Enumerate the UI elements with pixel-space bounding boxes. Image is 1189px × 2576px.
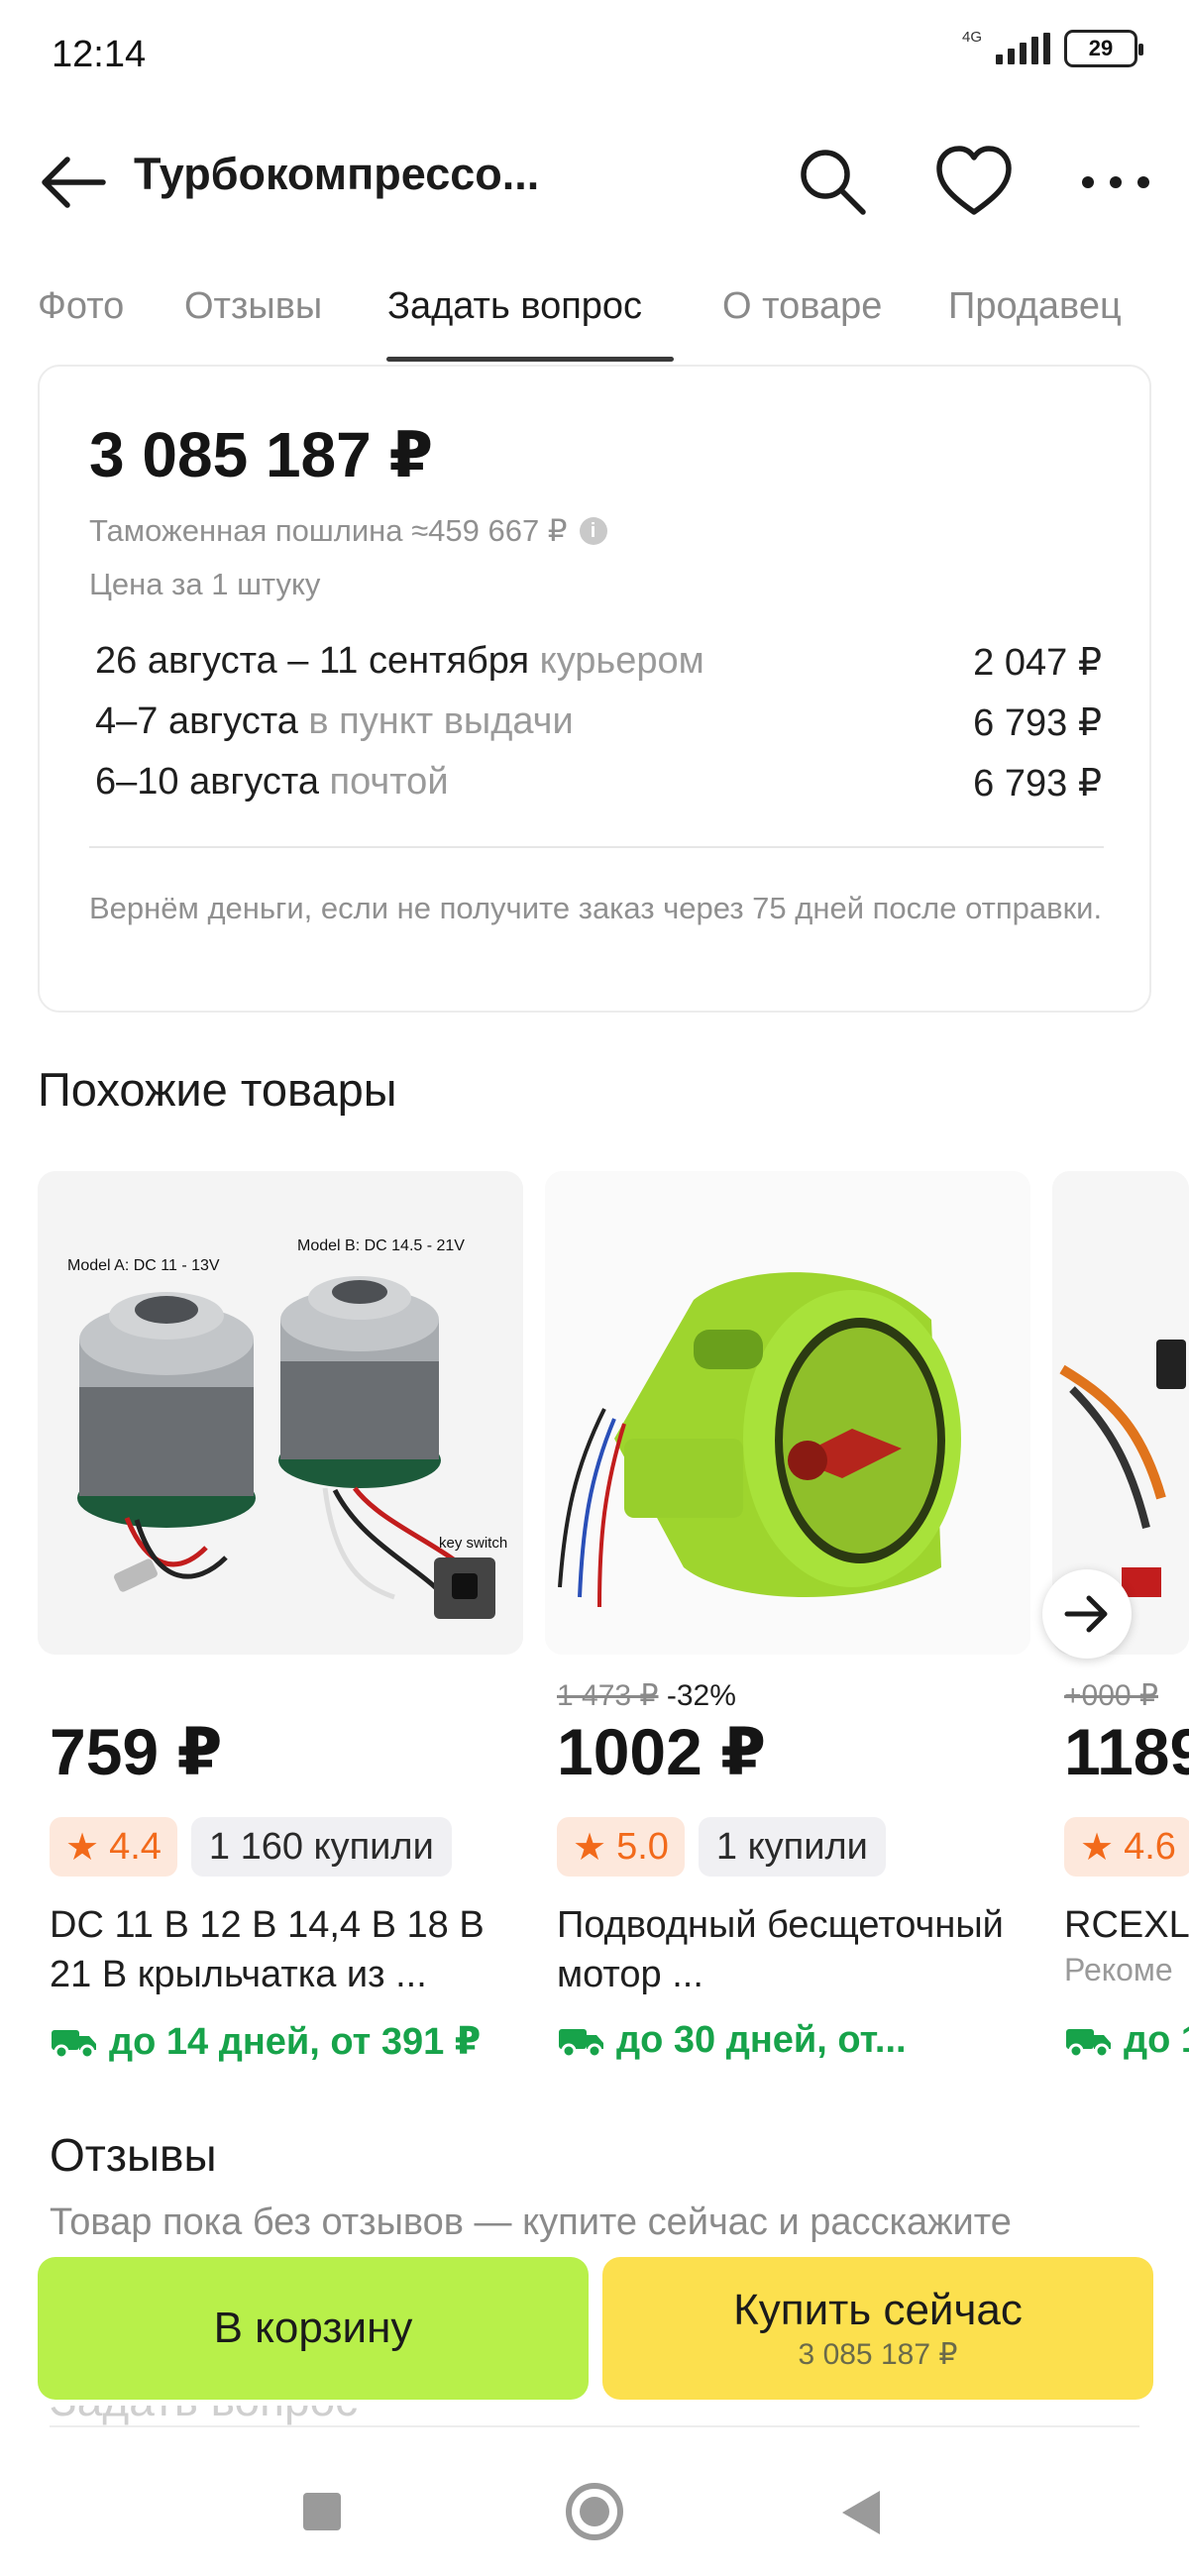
similar-products-title: Похожие товары — [38, 1063, 397, 1116]
rating-badge: ★ 5.0 — [557, 1817, 685, 1877]
product-badges: ★ 4.6 — [1064, 1817, 1189, 1877]
truck-icon — [52, 2029, 96, 2059]
tab-ask-question[interactable]: Задать вопрос — [387, 285, 642, 328]
network-type: 4G — [961, 28, 982, 46]
product-card[interactable] — [545, 1171, 1030, 1655]
delivery-dates: 6–10 августа — [95, 761, 319, 803]
product-price: 3 085 187 ₽ — [89, 419, 434, 490]
reviews-title: Отзывы — [50, 2129, 217, 2181]
tab-about-product[interactable]: О товаре — [722, 285, 882, 328]
info-icon[interactable]: i — [579, 517, 607, 545]
shipping-text: до 14 дней, от 391 ₽ — [109, 2021, 482, 2063]
delivery-option: 26 августа – 11 сентября курьером — [95, 640, 704, 683]
buy-now-button[interactable]: Купить сейчас 3 085 187 ₽ — [602, 2257, 1153, 2400]
product-name[interactable]: DC 11 В 12 В 14,4 В 18 В 21 В крыльчатка… — [50, 1900, 515, 1999]
product-subtitle: Рекоме — [1064, 1952, 1173, 1987]
add-to-cart-button[interactable]: В корзину — [38, 2257, 589, 2400]
search-icon[interactable] — [788, 137, 877, 226]
delivery-option: 6–10 августа почтой — [95, 761, 449, 804]
shipping-info: до 1 — [1064, 2019, 1189, 2062]
image-label-model-b: Model B: DC 14.5 - 21V — [297, 1237, 465, 1254]
shipping-text: до 1 — [1124, 2019, 1189, 2061]
image-label-key-switch: key switch — [439, 1535, 507, 1552]
shipping-info: до 14 дней, от 391 ₽ — [50, 2019, 481, 2064]
delivery-method: почтой — [329, 761, 449, 803]
bought-count: 1 купили — [698, 1817, 886, 1877]
delivery-method: курьером — [539, 640, 704, 682]
price-card: 3 085 187 ₽ Таможенная пошлина ≈459 667 … — [38, 365, 1151, 1013]
star-icon: ★ — [65, 1826, 100, 1869]
old-price-row: +000 ₽ — [1064, 1678, 1158, 1713]
product-name[interactable]: RCEXL Рекоме — [1064, 1900, 1189, 1989]
favorite-heart-icon[interactable] — [929, 137, 1019, 226]
old-price: +000 ₽ — [1064, 1679, 1158, 1712]
page-title: Турбокомпрессо... — [134, 149, 540, 199]
discount: -32% — [666, 1679, 736, 1712]
buy-now-price: 3 085 187 ₽ — [798, 2337, 958, 2371]
truck-icon — [1066, 2028, 1111, 2058]
status-time: 12:14 — [52, 34, 147, 75]
recent-apps-icon[interactable] — [303, 2493, 341, 2530]
reviews-empty-text: Товар пока без отзывов — купите сейчас и… — [50, 2201, 1012, 2243]
divider — [50, 2425, 1139, 2427]
product-name[interactable]: Подводный бесщеточный мотор ... — [557, 1900, 1023, 1999]
section-tabs: Фото Отзывы Задать вопрос О товаре Прода… — [0, 269, 1189, 369]
back-arrow-icon[interactable] — [34, 143, 113, 222]
product-badges: ★ 5.0 1 купили — [557, 1817, 886, 1877]
add-to-cart-label: В корзину — [213, 2304, 413, 2352]
buy-now-label: Купить сейчас — [733, 2285, 1023, 2334]
delivery-dates: 26 августа – 11 сентября — [95, 640, 530, 682]
tab-seller[interactable]: Продавец — [948, 285, 1122, 328]
rating-badge: ★ 4.4 — [50, 1817, 177, 1877]
old-price-row: 1 473 ₽ -32% — [557, 1678, 736, 1713]
rating-value: 4.4 — [109, 1825, 162, 1868]
bought-count: 1 160 купили — [190, 1817, 452, 1877]
signal-icon — [996, 33, 1050, 64]
product-image[interactable] — [545, 1171, 1030, 1655]
active-tab-indicator — [386, 357, 674, 362]
tab-photo[interactable]: Фото — [38, 285, 124, 328]
old-price: 1 473 ₽ — [557, 1679, 659, 1712]
status-bar: 12:14 4G 29 — [0, 0, 1189, 109]
product-price: 1002 ₽ — [557, 1715, 767, 1788]
product-price: 759 ₽ — [50, 1715, 223, 1788]
price-per-unit: Цена за 1 штуку — [89, 567, 321, 601]
customs-duty: Таможенная пошлина ≈459 667 ₽ i — [89, 513, 607, 549]
divider — [89, 846, 1104, 848]
top-app-bar: Турбокомпрессо... — [0, 117, 1189, 236]
tab-reviews[interactable]: Отзывы — [184, 285, 322, 328]
image-label-model-a: Model A: DC 11 - 13V — [67, 1257, 220, 1274]
star-icon: ★ — [573, 1826, 607, 1869]
system-nav-bar — [0, 2447, 1189, 2576]
battery-icon: 29 — [1064, 30, 1143, 67]
product-card[interactable]: Model A: DC 11 - 13V Model B: DC 14.5 - … — [38, 1171, 523, 1655]
product-image[interactable]: Model A: DC 11 - 13V Model B: DC 14.5 - … — [38, 1171, 523, 1655]
product-badges: ★ 4.4 1 160 купили — [50, 1817, 452, 1877]
product-price: 1189 — [1064, 1715, 1189, 1788]
more-menu-icon[interactable] — [1072, 137, 1161, 226]
arrow-right-icon — [1064, 1595, 1108, 1633]
delivery-price: 6 793 ₽ — [973, 702, 1102, 744]
delivery-price: 2 047 ₽ — [973, 642, 1102, 684]
rating-value: 5.0 — [616, 1825, 669, 1868]
rating-badge: ★ 4.6 — [1064, 1817, 1189, 1877]
carousel-next-button[interactable] — [1042, 1569, 1132, 1659]
delivery-price: 6 793 ₽ — [973, 763, 1102, 805]
delivery-option: 4–7 августа в пункт выдачи — [95, 700, 574, 743]
delivery-method: в пункт выдачи — [308, 700, 574, 742]
truck-icon — [559, 2028, 603, 2058]
product-name-text: RCEXL — [1064, 1904, 1189, 1946]
star-icon: ★ — [1080, 1826, 1115, 1869]
battery-level: 29 — [1088, 36, 1114, 60]
refund-guarantee: Вернём деньги, если не получите заказ че… — [89, 891, 1103, 925]
shipping-info: до 30 дней, от... — [557, 2019, 907, 2062]
customs-duty-text: Таможенная пошлина ≈459 667 ₽ — [89, 513, 568, 548]
home-icon[interactable] — [566, 2483, 623, 2540]
delivery-dates: 4–7 августа — [95, 700, 298, 742]
system-back-icon[interactable] — [842, 2491, 880, 2534]
rating-value: 4.6 — [1124, 1825, 1176, 1868]
status-icons: 4G 29 — [961, 28, 1143, 67]
shipping-text: до 30 дней, от... — [616, 2019, 907, 2061]
